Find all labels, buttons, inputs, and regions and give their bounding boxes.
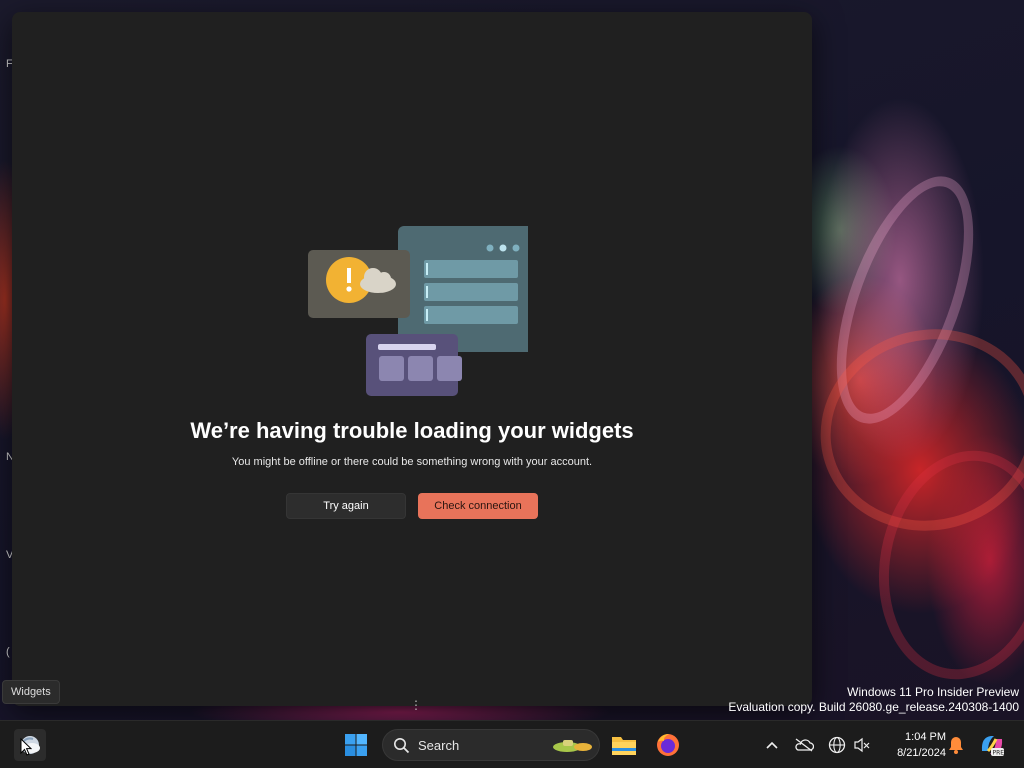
error-title: We’re having trouble loading your widget… xyxy=(190,418,634,443)
tooltip-text: Widgets xyxy=(11,686,51,698)
taskbar-search-box[interactable]: Search xyxy=(382,729,600,761)
widgets-panel: We’re having trouble loading your widget… xyxy=(12,12,812,712)
try-again-button[interactable]: Try again xyxy=(286,493,406,519)
file-explorer-icon[interactable] xyxy=(608,729,640,761)
widgets-tooltip: Widgets xyxy=(2,680,60,704)
network-icon[interactable] xyxy=(825,733,849,757)
taskbar: Search 1:04 PM 8/21/2024 PRE xyxy=(0,720,1024,768)
firefox-icon[interactable] xyxy=(652,729,684,761)
widgets-error-illustration xyxy=(308,226,528,396)
watermark-line-1: Windows 11 Pro Insider Preview xyxy=(847,685,1019,699)
search-highlight-icon xyxy=(553,740,592,752)
search-label: Search xyxy=(418,738,460,753)
start-icon[interactable] xyxy=(340,729,372,761)
taskbar-clock[interactable]: 1:04 PM 8/21/2024 xyxy=(878,729,946,761)
error-subtitle: You might be offline or there could be s… xyxy=(231,456,593,468)
windows-watermark: Windows 11 Pro Insider Preview Evaluatio… xyxy=(728,685,1019,715)
desktop-label-fragment: ( xyxy=(6,646,10,658)
search-icon xyxy=(394,738,410,754)
panel-resize-handle[interactable]: ⋮ xyxy=(410,698,422,712)
clock-time: 1:04 PM xyxy=(905,731,946,743)
check-connection-button[interactable]: Check connection xyxy=(418,493,538,519)
onedrive-icon[interactable] xyxy=(792,733,816,757)
volume-muted-icon[interactable] xyxy=(850,733,874,757)
chevron-up-icon[interactable] xyxy=(760,733,784,757)
notification-bell-icon[interactable] xyxy=(944,733,968,757)
watermark-line-2: Evaluation copy. Build 26080.ge_release.… xyxy=(728,700,1019,714)
copilot-icon[interactable]: PRE xyxy=(978,733,1006,757)
mouse-cursor-icon xyxy=(20,738,32,756)
svg-text:PRE: PRE xyxy=(993,750,1005,757)
clock-date: 8/21/2024 xyxy=(897,747,946,759)
